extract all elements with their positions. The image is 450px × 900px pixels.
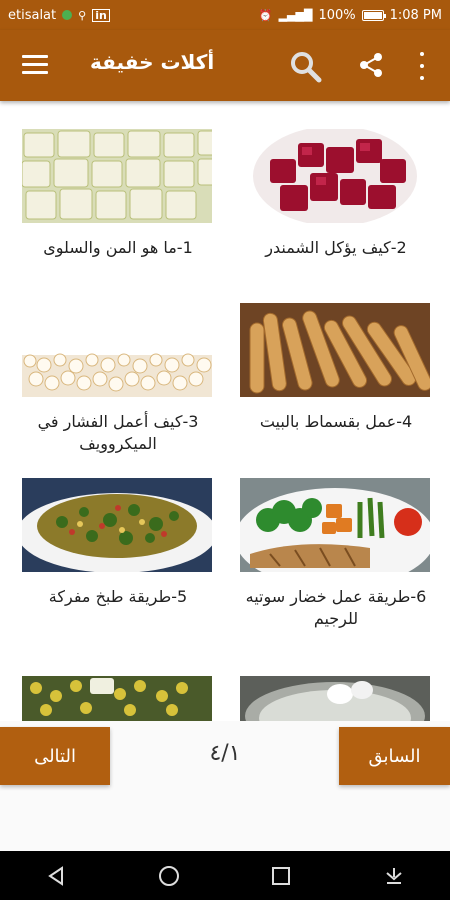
next-button[interactable]: التالى <box>0 727 110 785</box>
whatsapp-icon <box>62 10 73 20</box>
search-icon[interactable] <box>289 50 323 84</box>
system-nav-bar <box>0 851 450 900</box>
popcorn-image <box>22 303 212 397</box>
share-icon[interactable] <box>356 50 386 80</box>
carrier-name: etisalat <box>8 7 57 23</box>
recipe-title: 6-طريقة عمل خضار سوتيه للرجيم <box>245 587 427 628</box>
recipe-title: 3-كيف أعمل الفشار في الميكروويف <box>37 412 199 453</box>
breadsticks-image <box>240 303 430 397</box>
recipe-image <box>240 676 430 721</box>
recipe-card-2[interactable]: 2-كيف يؤكل الشمندر <box>240 129 432 259</box>
notification-icon[interactable] <box>374 856 414 896</box>
recipe-card-3[interactable]: 3-كيف أعمل الفشار في الميكروويف <box>22 303 214 455</box>
battery-percent: 100% <box>318 7 356 23</box>
mafraka-image <box>22 478 212 572</box>
recipe-title: 1-ما هو المن والسلوى <box>43 238 193 257</box>
usb-icon: ⚲ <box>78 8 87 22</box>
recipe-card-8[interactable] <box>240 676 432 721</box>
beetroot-image <box>240 129 430 223</box>
recipe-title: 5-طريقة طبخ مفركة <box>48 587 188 606</box>
status-left: etisalat ⚲ in <box>8 8 110 23</box>
recipe-grid: 1-ما هو المن والسلوى 2-كيف يؤكل الشمندر <box>0 101 450 721</box>
recipe-card-1[interactable]: 1-ما هو المن والسلوى <box>22 129 214 259</box>
recipe-title: 4-عمل بقسماط بالبيت <box>259 412 413 431</box>
recents-icon[interactable] <box>261 856 301 896</box>
back-icon[interactable] <box>36 856 76 896</box>
page-indicator: ٤/١ <box>209 741 241 766</box>
home-icon[interactable] <box>149 856 189 896</box>
sauteed-vegetables-image <box>240 478 430 572</box>
overflow-menu-icon[interactable] <box>414 52 430 80</box>
recipe-card-6[interactable]: 6-طريقة عمل خضار سوتيه للرجيم <box>240 478 432 630</box>
recipe-card-5[interactable]: 5-طريقة طبخ مفركة <box>22 478 214 608</box>
previous-button[interactable]: السابق <box>339 727 450 785</box>
recipe-title: 2-كيف يؤكل الشمندر <box>265 238 407 257</box>
recipe-card-7[interactable] <box>22 676 214 721</box>
recipe-card-4[interactable]: 4-عمل بقسماط بالبيت <box>240 303 432 433</box>
alarm-icon: ⏰ <box>258 8 273 22</box>
app-bar: أكلات خفيفة <box>0 30 450 101</box>
app-title: أكلات خفيفة <box>90 50 215 74</box>
status-right: ⏰ ▂▄▆█ 100% 1:08 PM <box>259 8 442 23</box>
manna-image <box>22 129 212 223</box>
pagination-footer: التالى ٤/١ السابق <box>0 721 450 851</box>
linkedin-icon: in <box>92 8 110 22</box>
status-bar: etisalat ⚲ in ⏰ ▂▄▆█ 100% 1:08 PM <box>0 0 450 30</box>
recipe-image <box>22 676 212 721</box>
clock: 1:08 PM <box>389 7 442 23</box>
menu-icon[interactable] <box>22 55 48 75</box>
signal-icon: ▂▄▆█ <box>278 8 313 22</box>
battery-icon <box>361 9 386 21</box>
